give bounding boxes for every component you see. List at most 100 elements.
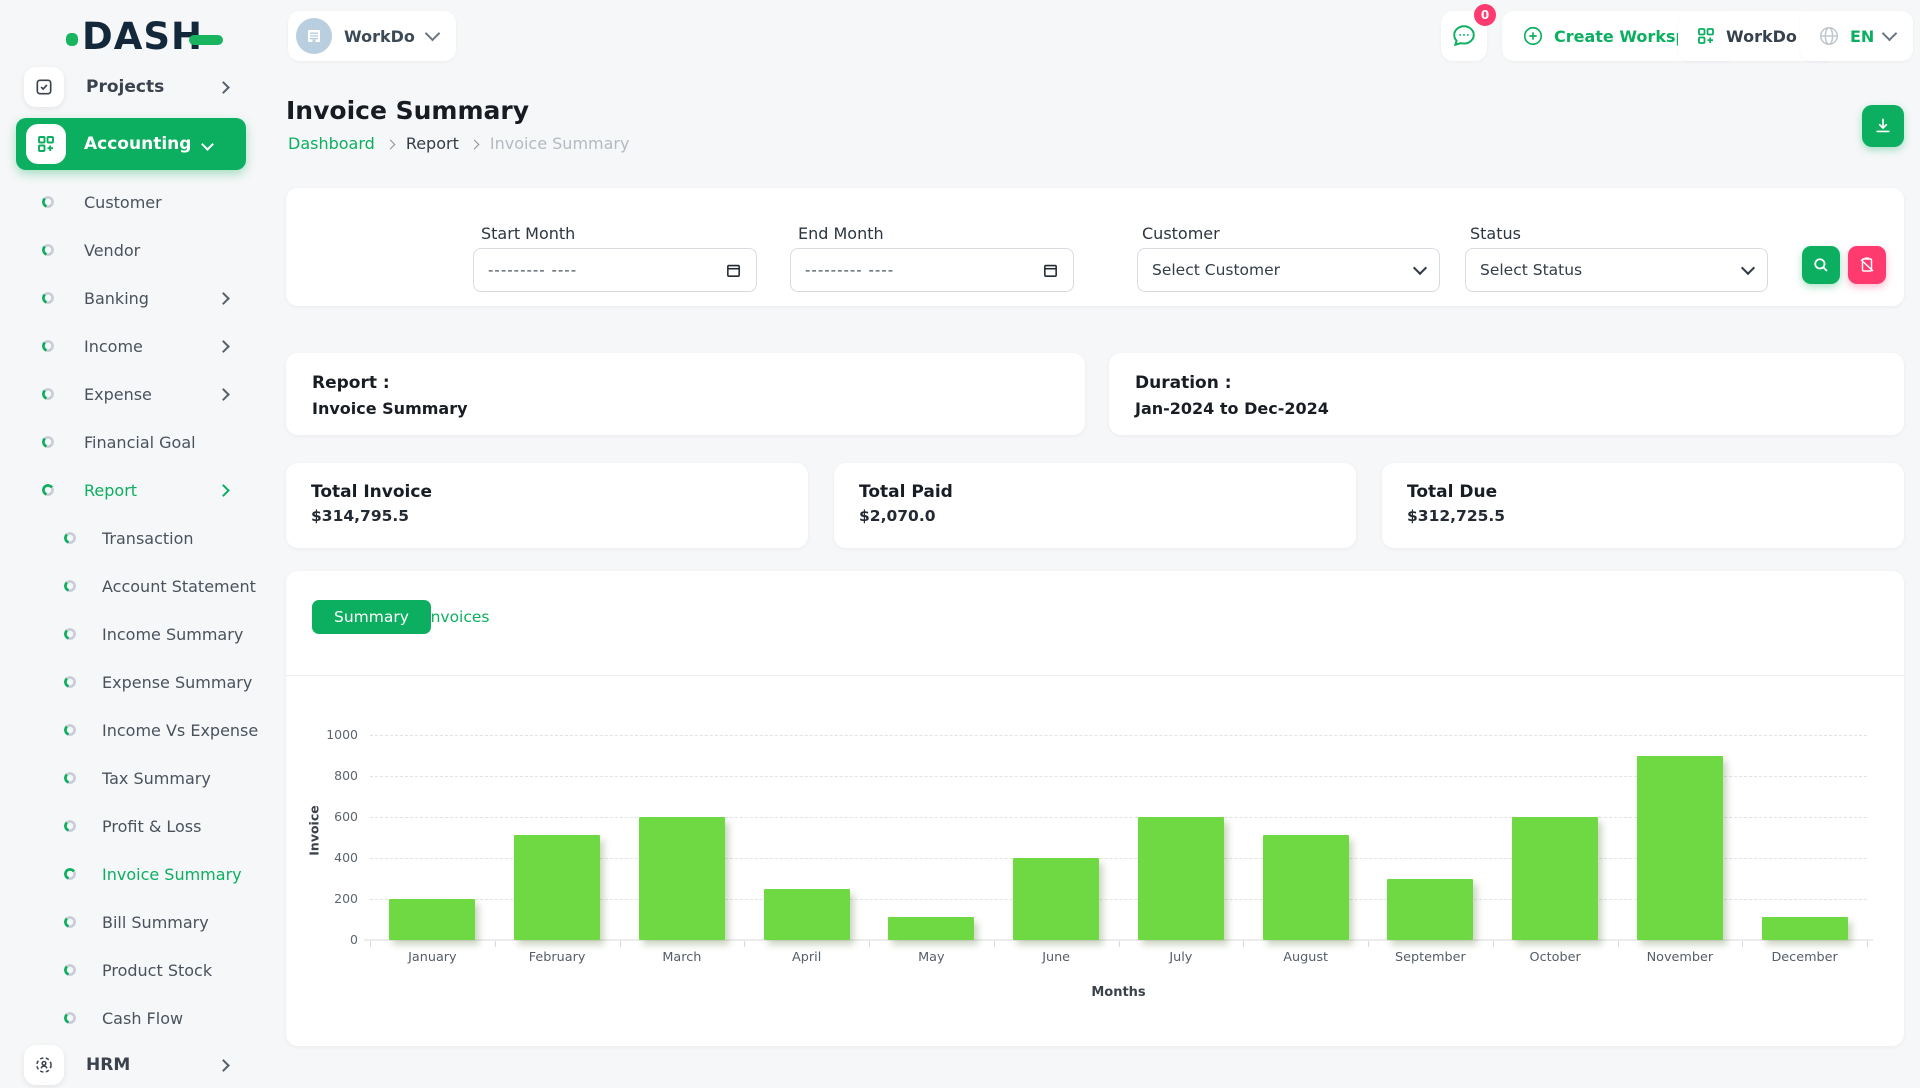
sidebar-item-label: Income <box>84 337 219 356</box>
sidebar-item-tax-summary[interactable]: Tax Summary <box>0 754 262 802</box>
workspace-avatar <box>296 18 332 54</box>
sidebar-item-projects[interactable]: Projects <box>0 64 262 110</box>
sidebar-item-cash-flow[interactable]: Cash Flow <box>0 994 262 1042</box>
bar-december[interactable] <box>1762 917 1848 940</box>
bar-october[interactable] <box>1512 817 1598 940</box>
bar-march[interactable] <box>639 817 725 940</box>
sidebar-item-label: Income Vs Expense <box>102 721 262 740</box>
bullet-donut-icon <box>42 340 54 352</box>
end-month-input[interactable]: --------- ---- <box>790 248 1074 292</box>
chart-x-tick-mark <box>370 941 371 947</box>
calendar-icon <box>1042 262 1059 279</box>
sidebar-item-expense[interactable]: Expense <box>0 370 262 418</box>
breadcrumb: Dashboard Report Invoice Summary <box>288 134 629 153</box>
bullet-donut-icon <box>64 820 76 832</box>
bullet-donut-icon <box>42 292 54 304</box>
messages-button[interactable]: 0 <box>1441 11 1487 61</box>
sidebar-item-financial-goal[interactable]: Financial Goal <box>0 418 262 466</box>
language-selector[interactable]: EN <box>1800 11 1913 61</box>
chart-x-tick-mark <box>495 941 496 947</box>
start-month-input[interactable]: --------- ---- <box>473 248 757 292</box>
breadcrumb-dashboard[interactable]: Dashboard <box>288 134 375 153</box>
sidebar-item-income-vs-expense[interactable]: Income Vs Expense <box>0 706 262 754</box>
workspace-name: WorkDo <box>344 27 415 46</box>
sidebar-item-label: Accounting <box>84 134 203 154</box>
bullet-donut-icon <box>42 244 54 256</box>
bar-august[interactable] <box>1263 835 1349 940</box>
sidebar-item-income-summary[interactable]: Income Summary <box>0 610 262 658</box>
status-select[interactable]: Select Status <box>1465 248 1768 292</box>
bullet-donut-icon <box>42 436 54 448</box>
chart-x-tick-label: August <box>1243 950 1368 965</box>
sidebar-item-label: Vendor <box>84 241 262 260</box>
total-paid-value: $2,070.0 <box>859 507 1331 525</box>
sidebar-item-bill-summary[interactable]: Bill Summary <box>0 898 262 946</box>
bar-november[interactable] <box>1637 756 1723 941</box>
tab-invoices[interactable]: Invoices <box>426 600 490 634</box>
chart-gridline <box>370 735 1867 736</box>
chart-x-tick-label: June <box>994 950 1119 965</box>
bar-september[interactable] <box>1387 879 1473 941</box>
chart-x-tick-mark <box>1368 941 1369 947</box>
sidebar-item-expense-summary[interactable]: Expense Summary <box>0 658 262 706</box>
download-report-button[interactable] <box>1862 105 1904 147</box>
customer-select[interactable]: Select Customer <box>1137 248 1440 292</box>
tabs-divider <box>286 675 1904 676</box>
logo-dash-accent <box>189 35 223 45</box>
sidebar-item-account-statement[interactable]: Account Statement <box>0 562 262 610</box>
status-label: Status <box>1470 224 1521 243</box>
tab-summary[interactable]: Summary <box>312 600 431 634</box>
reset-filter-button[interactable] <box>1848 246 1886 284</box>
chart-x-tick-label: October <box>1493 950 1618 965</box>
bar-february[interactable] <box>514 835 600 940</box>
sidebar-item-income[interactable]: Income <box>0 322 262 370</box>
chevron-down-icon <box>1882 26 1898 42</box>
bar-july[interactable] <box>1138 817 1224 940</box>
sidebar-item-banking[interactable]: Banking <box>0 274 262 322</box>
bar-may[interactable] <box>888 917 974 940</box>
sidebar-item-vendor[interactable]: Vendor <box>0 226 262 274</box>
bar-june[interactable] <box>1013 858 1099 940</box>
sidebar-item-label: Expense <box>84 385 219 404</box>
breadcrumb-report[interactable]: Report <box>406 134 459 153</box>
chart-x-tick-label: February <box>495 950 620 965</box>
sidebar-item-hrm[interactable]: HRM <box>0 1042 262 1088</box>
bullet-donut-icon <box>42 388 54 400</box>
chevron-right-icon <box>217 292 230 305</box>
total-paid-label: Total Paid <box>859 482 1331 502</box>
start-month-placeholder: --------- ---- <box>488 261 725 279</box>
apply-filter-button[interactable] <box>1802 246 1840 284</box>
sidebar-item-product-stock[interactable]: Product Stock <box>0 946 262 994</box>
chart-x-tick-label: July <box>1118 950 1243 965</box>
sidebar-item-label: HRM <box>86 1055 219 1075</box>
bullet-donut-icon <box>64 580 76 592</box>
report-info-card: Report : Invoice Summary <box>286 353 1085 435</box>
chart-x-tick-mark <box>1493 941 1494 947</box>
workspace-switcher[interactable]: WorkDo <box>288 11 456 61</box>
total-paid-card: Total Paid $2,070.0 <box>834 463 1356 548</box>
sidebar-item-profit-loss[interactable]: Profit & Loss <box>0 802 262 850</box>
chart-x-tick-label: May <box>869 950 994 965</box>
sidebar-item-label: Product Stock <box>102 961 262 980</box>
sidebar-item-accounting[interactable]: Accounting <box>16 118 246 170</box>
sidebar-item-invoice-summary[interactable]: Invoice Summary <box>0 850 262 898</box>
bar-april[interactable] <box>764 889 850 940</box>
chart-x-tick-label: March <box>619 950 744 965</box>
chart-y-tick-label: 1000 <box>298 727 358 742</box>
chevron-right-icon <box>217 340 230 353</box>
building-icon <box>305 27 323 45</box>
customer-select-value: Select Customer <box>1152 261 1415 279</box>
breadcrumb-current: Invoice Summary <box>490 134 630 153</box>
customer-label: Customer <box>1142 224 1220 243</box>
total-invoice-value: $314,795.5 <box>311 507 783 525</box>
chart-x-tick-mark <box>1119 941 1120 947</box>
chevron-right-icon <box>217 81 230 94</box>
sidebar-item-report[interactable]: Report <box>0 466 262 514</box>
sidebar-item-transaction[interactable]: Transaction <box>0 514 262 562</box>
dash-logo[interactable]: DASH <box>66 18 223 55</box>
page-title: Invoice Summary <box>286 96 529 125</box>
bullet-donut-icon <box>64 868 76 880</box>
bar-january[interactable] <box>389 899 475 940</box>
sidebar-item-customer[interactable]: Customer <box>0 178 262 226</box>
chart-x-tick-mark <box>1867 941 1868 947</box>
